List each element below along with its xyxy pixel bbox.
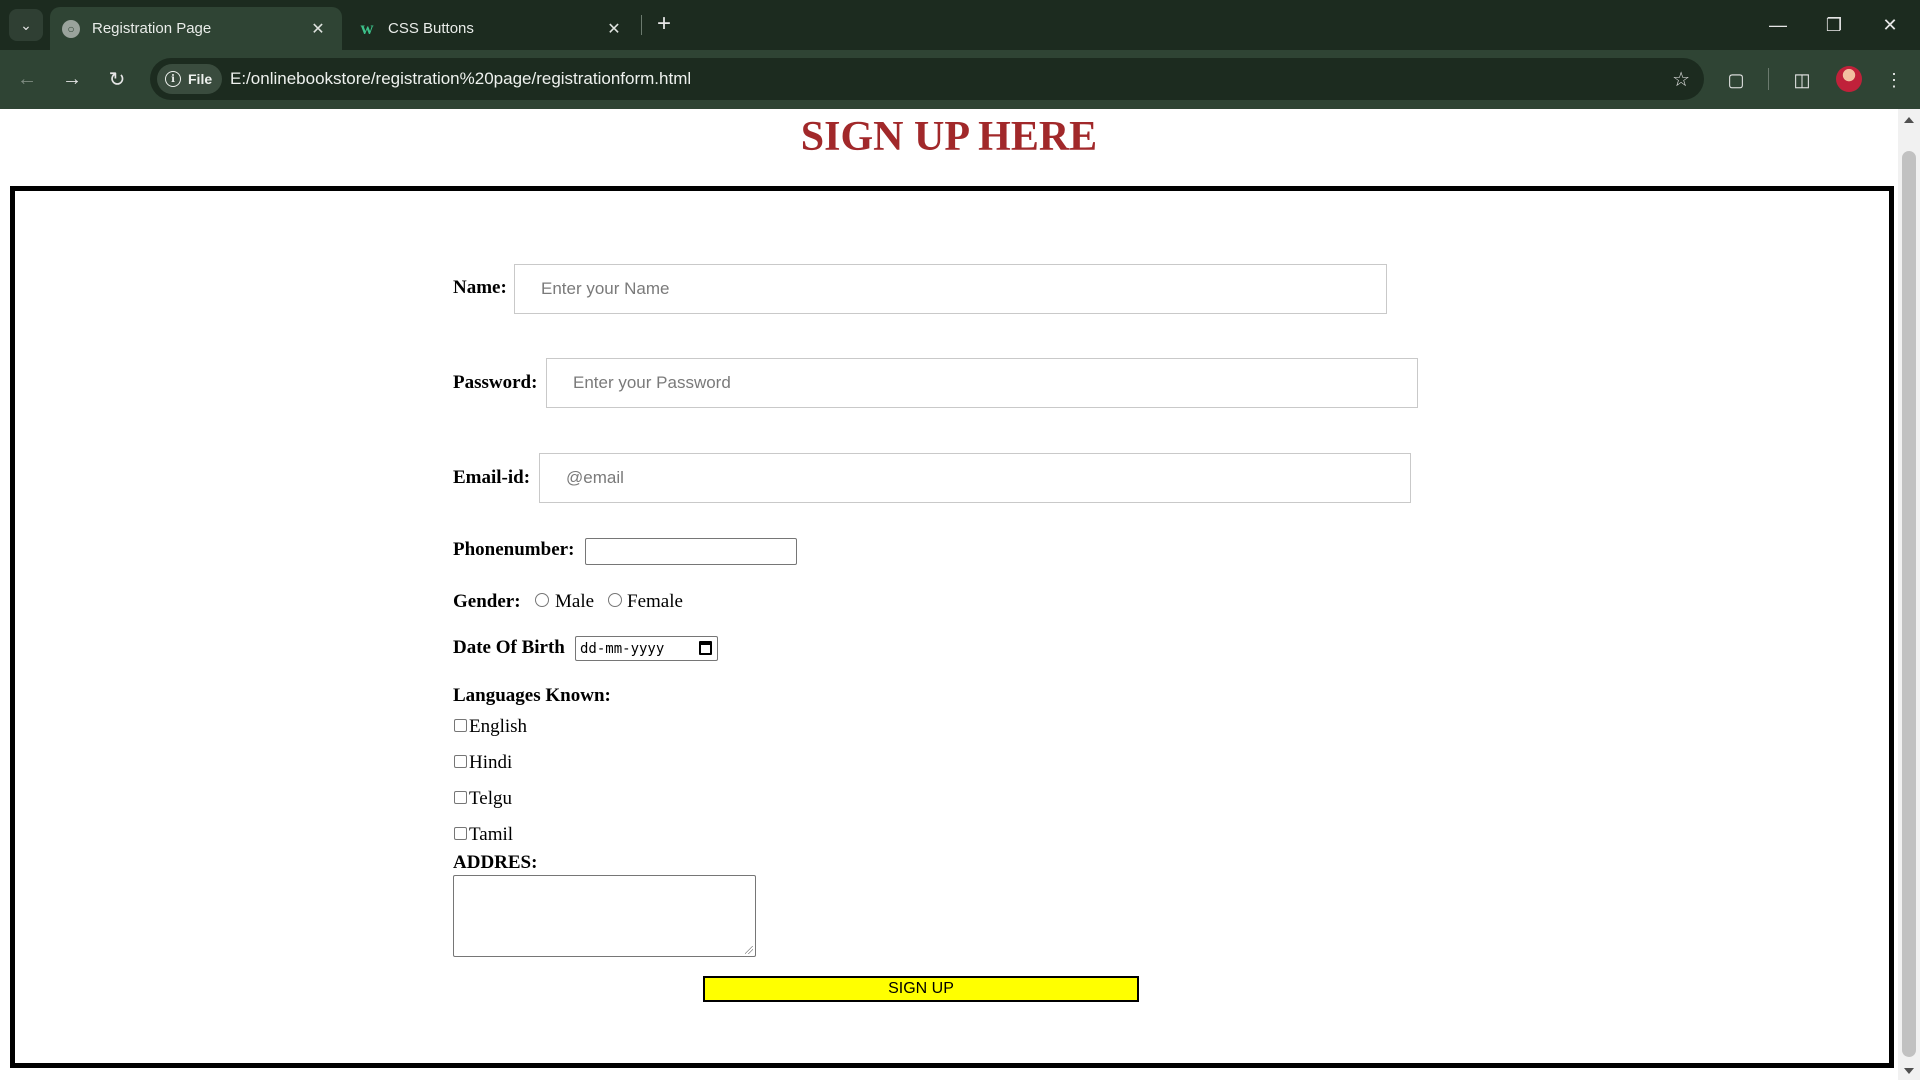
gender-female-label: Female [627,591,683,612]
language-telgu-checkbox[interactable] [454,791,467,804]
tab-title: Registration Page [92,20,212,37]
language-english-label: English [469,716,528,737]
close-icon[interactable]: ✕ [602,17,626,41]
registration-form-frame [10,186,1894,1068]
scheme-label: File [188,71,213,87]
arrow-left-icon: ← [17,67,37,90]
forward-button[interactable]: → [55,62,89,96]
language-tamil-label: Tamil [469,824,514,845]
email-input[interactable] [539,453,1411,503]
calendar-icon[interactable] [699,641,712,655]
close-window-button[interactable]: ✕ [1862,0,1918,50]
scroll-up-arrow-icon[interactable] [1904,117,1914,123]
w3schools-icon: w [360,18,374,38]
address-textarea[interactable] [453,875,756,957]
page-title: SIGN UP HERE [800,114,1098,160]
gender-male-radio[interactable] [535,593,549,607]
languages-label: Languages Known: [453,685,611,706]
browser-toolbar: ← → ↻ i File E:/onlinebookstore/registra… [0,50,1920,109]
phone-label: Phonenumber: [453,539,575,560]
close-icon[interactable]: ✕ [306,17,330,41]
new-tab-button[interactable]: + [650,10,678,38]
page-viewport: SIGN UP HERE Name: Password: Email-id: P… [0,109,1898,1080]
menu-kebab-icon[interactable]: ⋮ [1880,66,1908,94]
profile-avatar[interactable] [1836,66,1862,92]
globe-icon: ○ [62,19,80,38]
address-bar[interactable]: i File E:/onlinebookstore/registration%2… [150,58,1704,100]
tab-separator [641,15,642,35]
side-panel-icon[interactable]: ◫ [1788,66,1816,94]
gender-female-radio[interactable] [608,593,622,607]
minimize-icon: — [1769,14,1787,35]
language-tamil-checkbox[interactable] [454,827,467,840]
info-icon: i [165,71,181,87]
page-scrollbar[interactable] [1898,109,1920,1080]
url-text[interactable]: E:/onlinebookstore/registration%20page/r… [230,69,691,89]
restore-button[interactable]: ❐ [1806,0,1862,50]
gender-male-label: Male [555,591,595,612]
restore-icon: ❐ [1825,14,1843,35]
reload-button[interactable]: ↻ [100,62,134,96]
scrollbar-thumb[interactable] [1902,151,1916,1057]
language-hindi-checkbox[interactable] [454,755,467,768]
language-hindi-label: Hindi [469,752,513,773]
back-button[interactable]: ← [10,62,44,96]
tab-search-button[interactable]: ⌄ [9,9,43,41]
scroll-down-arrow-icon[interactable] [1904,1068,1914,1074]
site-info-chip[interactable]: i File [157,64,223,94]
email-label: Email-id: [453,467,531,488]
tab-title: CSS Buttons [388,20,474,37]
dob-input[interactable]: dd-mm-yyyy [575,636,718,661]
name-label: Name: [453,277,507,298]
gender-label: Gender: [453,591,521,612]
minimize-button[interactable]: — [1750,0,1806,50]
language-english-checkbox[interactable] [454,719,467,732]
tab-css-buttons[interactable]: w CSS Buttons ✕ [346,7,638,50]
reload-icon: ↻ [108,68,126,91]
arrow-right-icon: → [62,67,82,90]
chevron-down-icon: ⌄ [20,16,32,33]
name-input[interactable] [514,264,1387,314]
close-icon: ✕ [1882,14,1898,35]
sign-up-button[interactable]: SIGN UP [703,976,1139,1002]
dob-label: Date Of Birth [453,637,565,658]
bookmark-star-icon[interactable]: ☆ [1672,67,1690,92]
password-label: Password: [453,372,538,393]
address-label: ADDRES: [453,852,538,873]
dob-placeholder: dd-mm-yyyy [580,640,665,657]
phone-input[interactable] [585,538,797,565]
resize-handle-icon[interactable] [745,946,753,954]
toolbar-divider [1768,68,1769,90]
tab-registration-page[interactable]: ○ Registration Page ✕ [50,7,342,50]
password-input[interactable] [546,358,1418,408]
language-telgu-label: Telgu [469,788,512,809]
extensions-icon[interactable]: ▢ [1722,66,1750,94]
tab-strip: ⌄ ○ Registration Page ✕ w CSS Buttons ✕ … [0,0,1920,50]
